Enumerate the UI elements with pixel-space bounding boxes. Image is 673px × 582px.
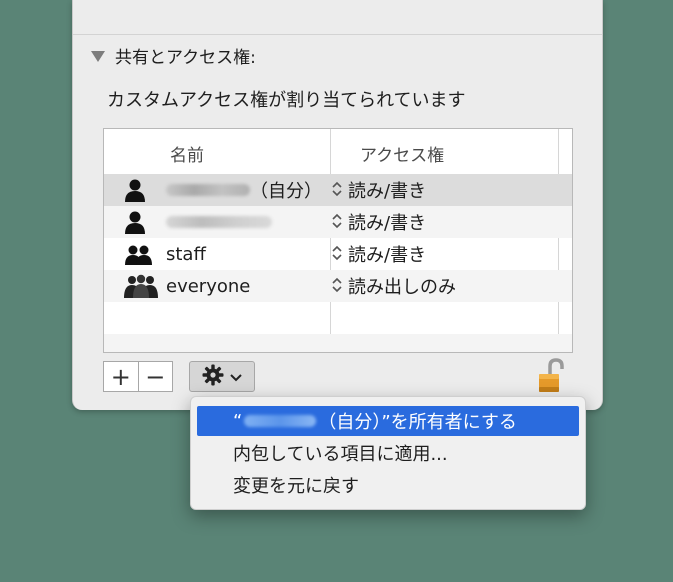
everyone-icon	[124, 273, 158, 299]
table-row[interactable]: staff 読み/書き	[104, 238, 572, 270]
name-cell: （自分）	[124, 174, 322, 206]
remove-user-button[interactable]: −	[139, 362, 173, 391]
permissions-status-text: カスタムアクセス権が割り当てられています	[107, 90, 466, 111]
menu-item-suffix: （自分）”を所有者にする	[318, 412, 517, 433]
disclosure-triangle-icon[interactable]	[91, 50, 105, 62]
permissions-table[interactable]: 名前 アクセス権 （自分） 読み/書き 読み/書き staff 読み/書き ev…	[103, 128, 573, 353]
redacted-username	[166, 216, 272, 228]
gear-icon	[202, 364, 224, 390]
column-header-name[interactable]: 名前	[170, 141, 204, 166]
name-cell	[124, 206, 272, 238]
name-cell: staff	[124, 238, 206, 270]
chevron-down-icon	[230, 367, 242, 386]
stepper-arrows-icon	[332, 277, 342, 296]
sharing-permissions-header[interactable]: 共有とアクセス権:	[91, 43, 256, 68]
column-header-access[interactable]: アクセス権	[360, 141, 444, 166]
access-value: 読み出しのみ	[348, 277, 456, 298]
add-remove-buttons: + −	[103, 361, 173, 392]
table-row-empty	[104, 334, 572, 352]
divider	[73, 34, 602, 35]
redacted-username	[166, 184, 250, 196]
name-suffix: （自分）	[250, 181, 322, 202]
access-value: 読み/書き	[348, 181, 427, 202]
group-name: staff	[166, 243, 206, 265]
table-row[interactable]: 読み/書き	[104, 206, 572, 238]
user-icon	[124, 209, 158, 235]
stepper-arrows-icon	[332, 245, 342, 264]
access-popup[interactable]: 読み出しのみ	[332, 270, 456, 302]
menu-item-revert-changes[interactable]: 変更を元に戻す	[197, 470, 579, 500]
group-name: everyone	[166, 275, 251, 297]
stepper-arrows-icon	[332, 213, 342, 232]
access-popup[interactable]: 読み/書き	[332, 206, 426, 238]
redacted-username	[244, 415, 317, 427]
action-context-menu: “ （自分）”を所有者にする 内包している項目に適用... 変更を元に戻す	[190, 396, 586, 510]
info-panel: 共有とアクセス権: カスタムアクセス権が割り当てられています 名前 アクセス権 …	[72, 0, 603, 410]
user-icon	[124, 177, 158, 203]
menu-item-make-owner[interactable]: “ （自分）”を所有者にする	[197, 406, 579, 436]
menu-item-apply-to-enclosed[interactable]: 内包している項目に適用...	[197, 438, 579, 468]
name-cell: everyone	[124, 270, 250, 302]
table-row-empty	[104, 302, 572, 334]
access-popup[interactable]: 読み/書き	[332, 174, 426, 206]
access-value: 読み/書き	[348, 245, 427, 266]
table-row[interactable]: （自分） 読み/書き	[104, 174, 572, 206]
lock-icon[interactable]	[536, 358, 566, 394]
action-menu-button[interactable]	[189, 361, 255, 392]
table-header: 名前 アクセス権	[104, 129, 572, 174]
table-row[interactable]: everyone 読み出しのみ	[104, 270, 572, 302]
section-title: 共有とアクセス権:	[115, 48, 256, 68]
access-value: 読み/書き	[348, 213, 427, 234]
menu-item-prefix: “	[233, 410, 243, 432]
stepper-arrows-icon	[332, 181, 342, 200]
add-user-button[interactable]: +	[104, 362, 139, 391]
group-icon	[124, 241, 158, 267]
access-popup[interactable]: 読み/書き	[332, 238, 426, 270]
